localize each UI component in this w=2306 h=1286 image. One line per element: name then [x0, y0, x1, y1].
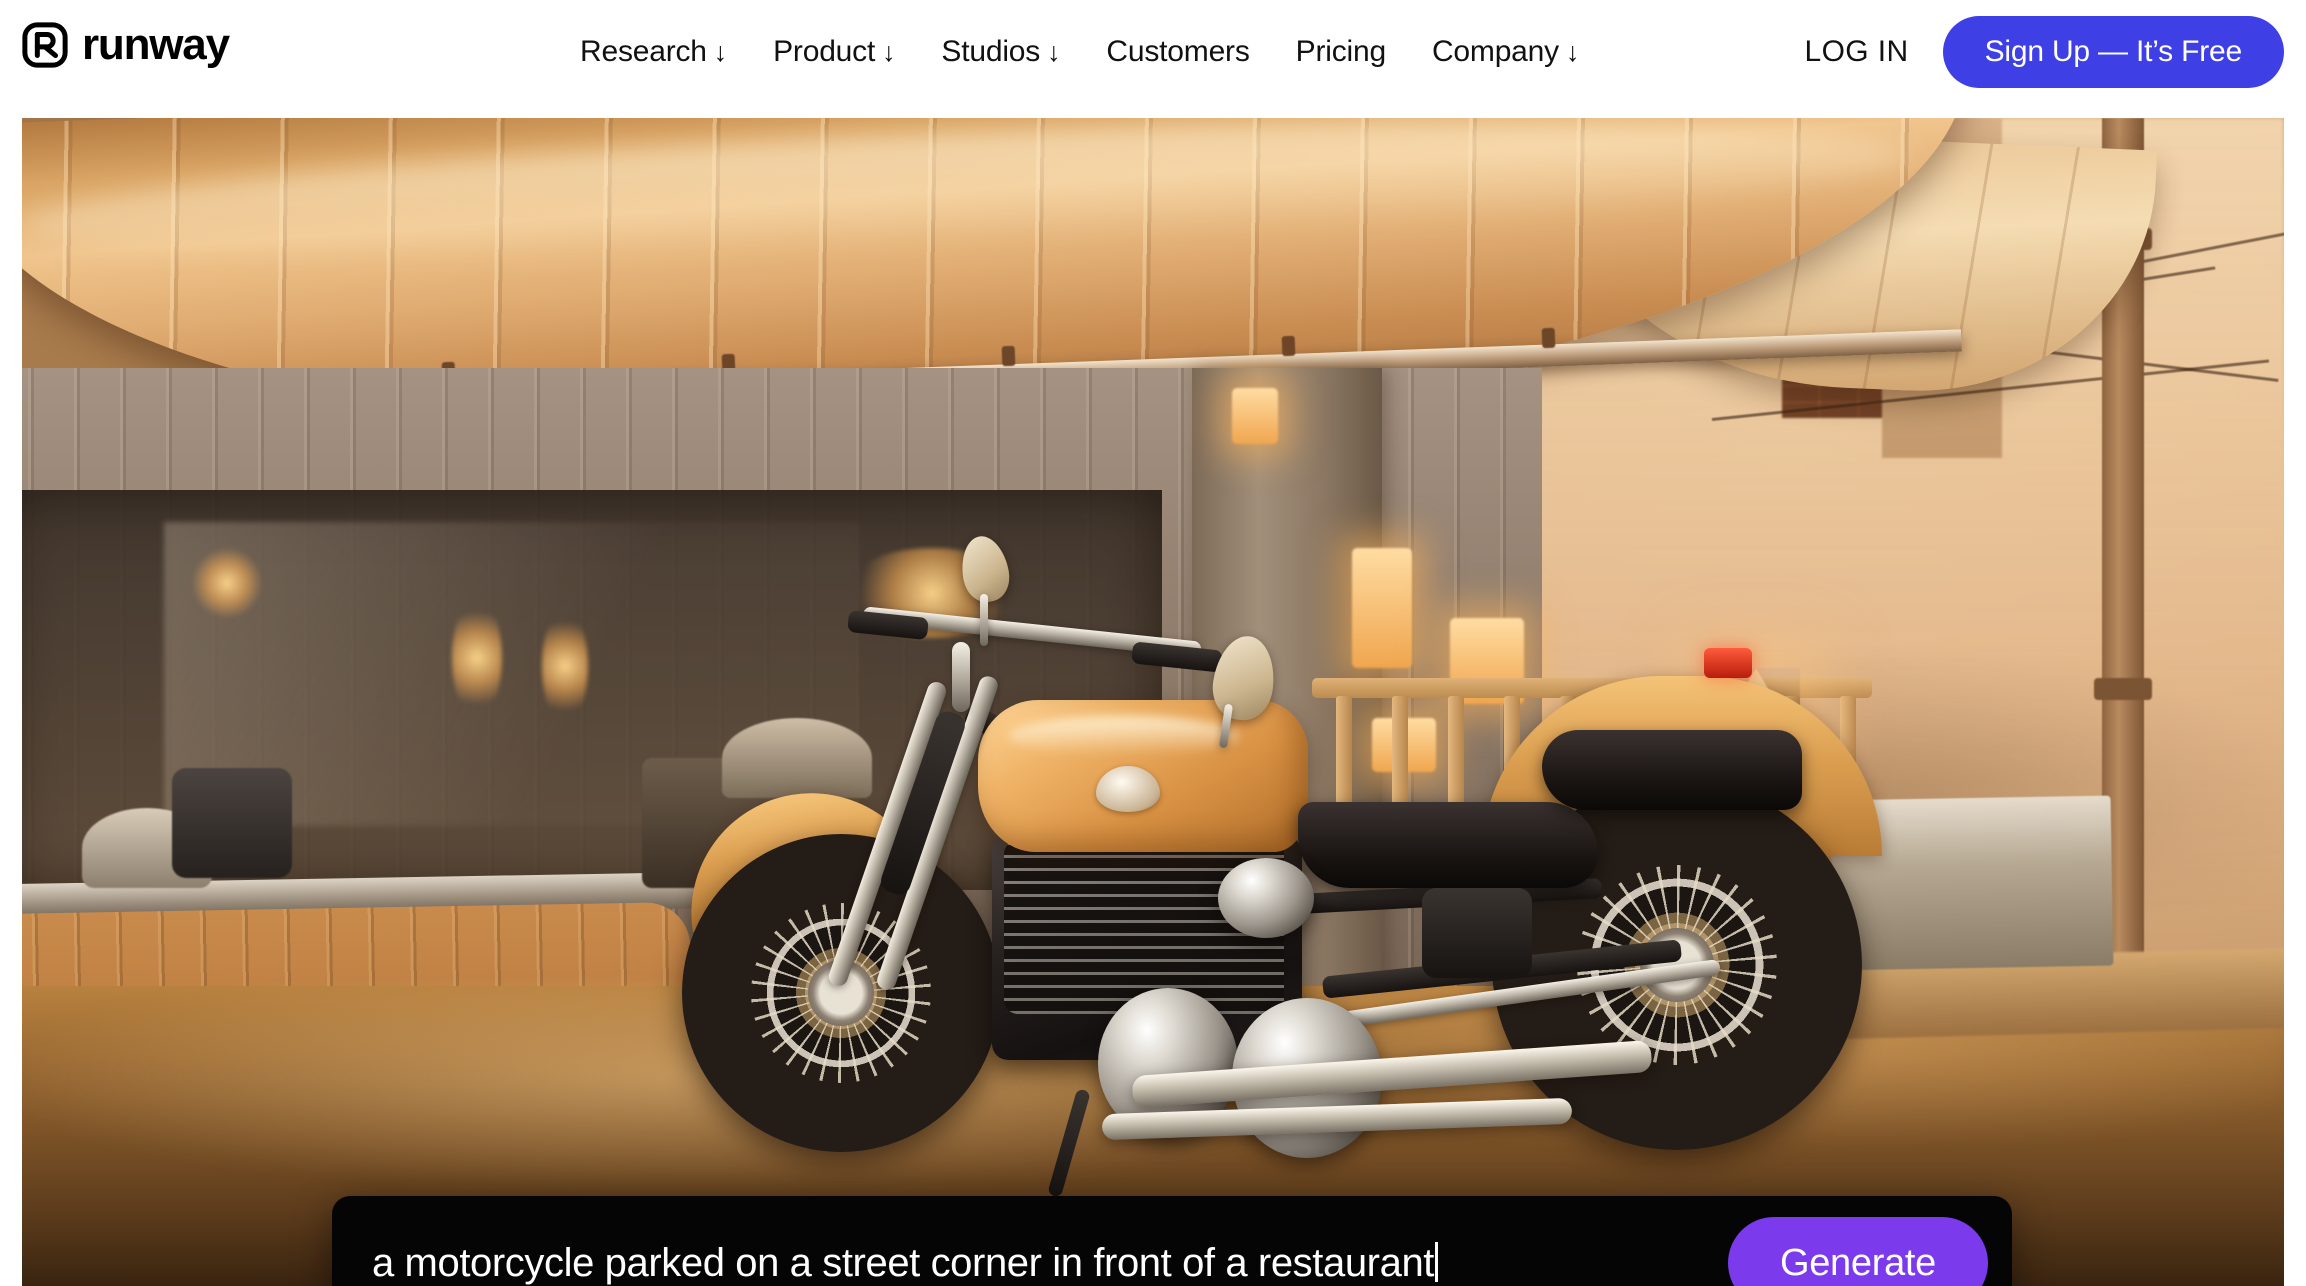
awning-bolt	[1281, 335, 1296, 357]
nav-label-product: Product	[773, 35, 876, 68]
generate-button[interactable]: Generate	[1727, 1217, 1988, 1286]
prompt-value: a motorcycle parked on a street corner i…	[372, 1240, 1435, 1285]
chevron-down-icon: ↓	[1565, 36, 1580, 67]
chevron-down-icon: ↓	[1047, 36, 1061, 67]
rider-seat	[1298, 802, 1598, 888]
nav-item-customers[interactable]: Customers	[1106, 35, 1249, 69]
tank-highlight	[1008, 716, 1238, 756]
awning-bolt	[1001, 345, 1016, 367]
front-wheel	[682, 834, 1000, 1152]
passenger-seat	[1542, 730, 1802, 810]
riser	[952, 642, 970, 712]
nav-label-pricing: Pricing	[1295, 35, 1387, 68]
air-cleaner	[1218, 858, 1314, 938]
nav-item-product[interactable]: Product ↓	[773, 35, 896, 69]
nav-item-research[interactable]: Research ↓	[580, 35, 727, 69]
text-caret	[1435, 1241, 1439, 1282]
signup-button[interactable]: Sign Up — It’s Free	[1942, 16, 2284, 88]
nav-label-research: Research	[580, 35, 707, 68]
hero-video-stage[interactable]: a motorcycle parked on a street corner i…	[22, 118, 2284, 1286]
chevron-down-icon: ↓	[882, 36, 896, 67]
interior-light	[542, 608, 588, 724]
hanging-lamp	[1232, 388, 1278, 444]
awning-bolt	[1541, 327, 1556, 349]
generated-scene-motorcycle-diner	[22, 118, 2284, 1286]
nav-item-company[interactable]: Company ↓	[1431, 35, 1580, 69]
nav-label-studios: Studios	[941, 35, 1041, 68]
prompt-input[interactable]: a motorcycle parked on a street corner i…	[372, 1241, 1728, 1286]
oil-tank	[1422, 888, 1532, 978]
counter-stool	[172, 768, 292, 878]
header-actions: LOG IN Sign Up — It’s Free	[1804, 0, 2284, 104]
motorcycle	[662, 532, 1902, 1198]
interior-light	[452, 598, 502, 718]
nav-item-pricing[interactable]: Pricing	[1295, 35, 1387, 69]
interior-light	[192, 548, 262, 618]
site-header: runway Research ↓ Product ↓ Studios ↓ Cu…	[0, 0, 2306, 104]
login-link[interactable]: LOG IN	[1804, 35, 1908, 69]
kickstand	[1047, 1088, 1091, 1198]
nav-label-customers: Customers	[1106, 35, 1250, 68]
runway-logo-text: runway	[82, 20, 230, 69]
mirror-stem-left	[980, 594, 988, 646]
runway-logo[interactable]: runway	[22, 20, 230, 69]
chevron-down-icon: ↓	[713, 36, 728, 67]
tank-badge	[1096, 766, 1160, 812]
runway-logo-icon	[22, 22, 68, 68]
pole-insulator	[2094, 678, 2152, 700]
tail-light	[1704, 648, 1752, 678]
fuel-tank	[978, 700, 1308, 852]
main-nav: Research ↓ Product ↓ Studios ↓ Customers…	[580, 0, 1579, 104]
prompt-bar[interactable]: a motorcycle parked on a street corner i…	[332, 1196, 2012, 1286]
nav-label-company: Company	[1431, 35, 1559, 68]
handlebar-grip-right	[1131, 641, 1223, 673]
nav-item-studios[interactable]: Studios ↓	[941, 35, 1060, 69]
